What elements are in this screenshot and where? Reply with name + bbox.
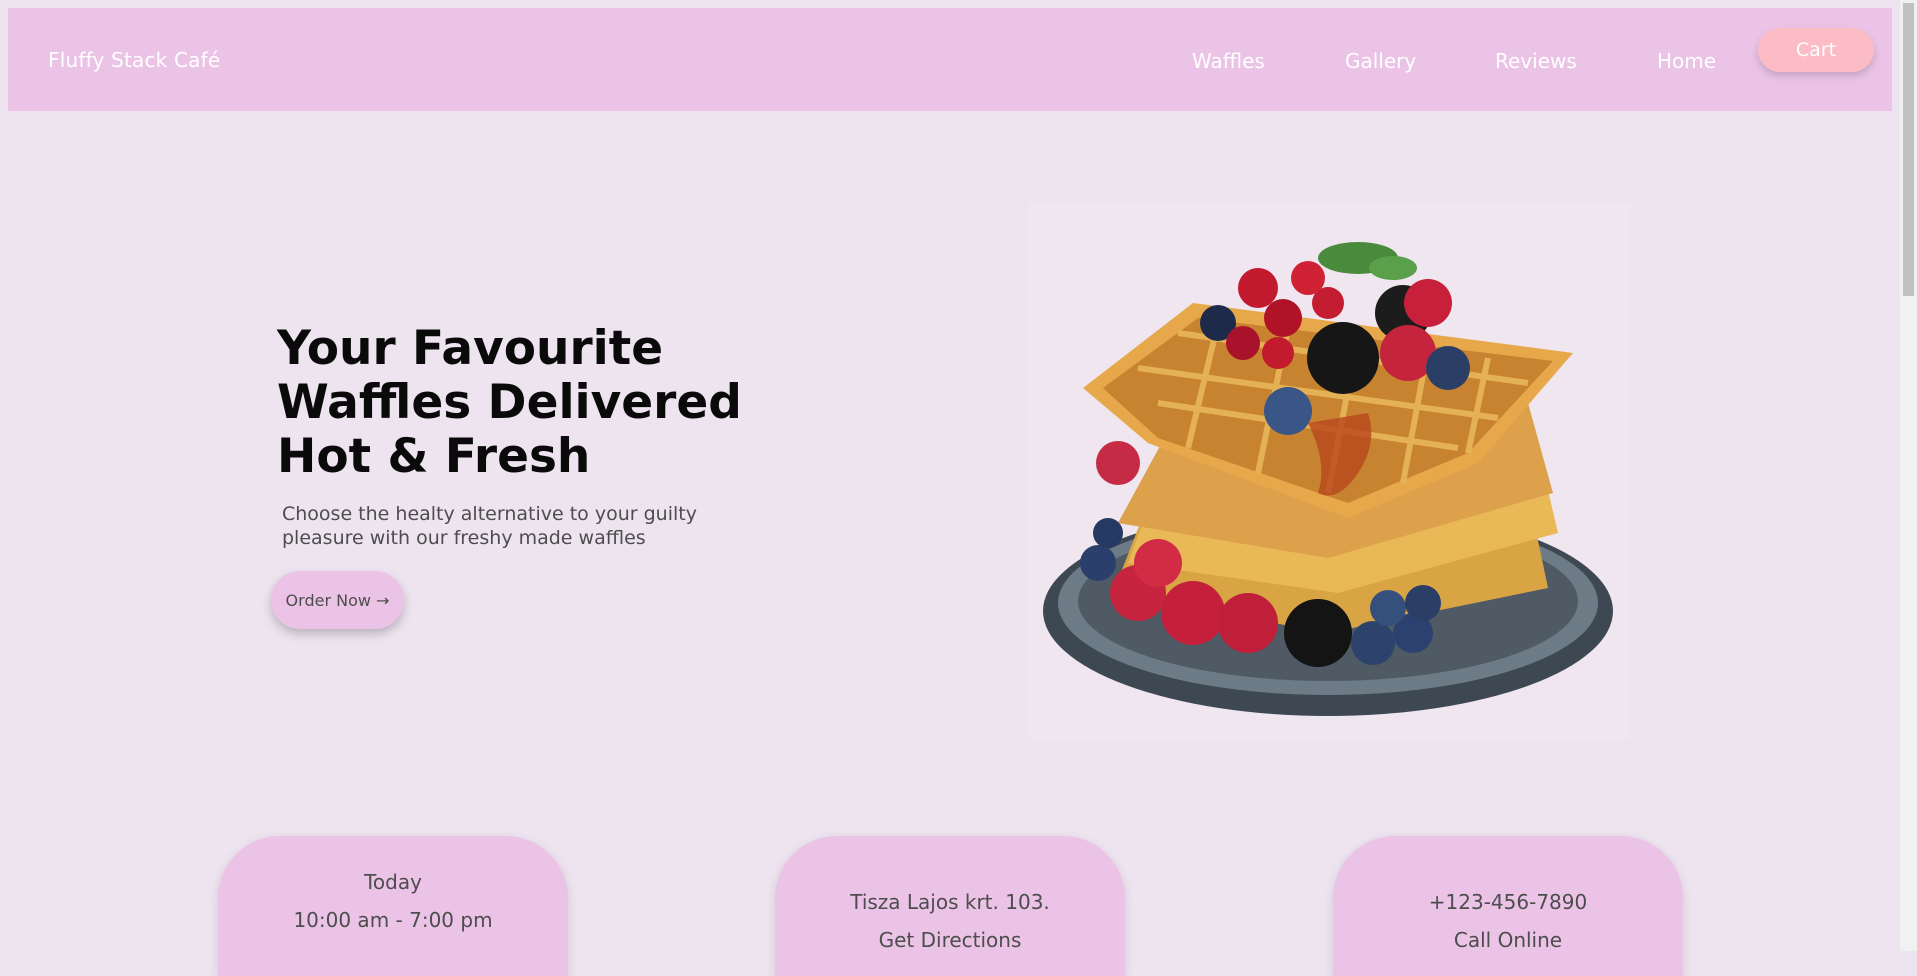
nav-link-gallery[interactable]: Gallery	[1345, 49, 1416, 73]
hours-label: Today	[364, 870, 422, 894]
address-text: Tisza Lajos krt. 103.	[850, 890, 1050, 914]
order-now-button[interactable]: Order Now →	[271, 571, 404, 629]
hero-subtitle-line-1: Choose the healty alternative to your gu…	[282, 503, 697, 525]
nav-link-waffles[interactable]: Waffles	[1192, 49, 1265, 73]
page-scrollbar[interactable]	[1900, 0, 1917, 951]
info-card-phone: +123-456-7890 Call Online	[1333, 836, 1683, 976]
get-directions-link[interactable]: Get Directions	[775, 928, 1125, 952]
navbar: Fluffy Stack Café Waffles Gallery Review…	[8, 8, 1892, 111]
hero-title: Your Favourite Waffles Delivered Hot & F…	[277, 322, 797, 484]
nav-link-reviews[interactable]: Reviews	[1495, 49, 1577, 73]
hours-value: 10:00 am - 7:00 pm	[293, 908, 493, 932]
call-online-link[interactable]: Call Online	[1333, 928, 1683, 952]
info-card-hours: Today 10:00 am - 7:00 pm	[218, 836, 568, 976]
hero-title-line-1: Your Favourite	[277, 321, 664, 376]
hero-title-line-2: Waffles Delivered	[277, 375, 742, 430]
hero-subtitle-line-2: pleasure with our freshy made waffles	[282, 527, 646, 549]
scrollbar-thumb[interactable]	[1903, 3, 1914, 296]
brand-logo-text[interactable]: Fluffy Stack Café	[48, 48, 220, 72]
waffle-illustration	[1043, 242, 1613, 716]
nav-link-home[interactable]: Home	[1657, 49, 1716, 73]
hero-subtitle: Choose the healty alternative to your gu…	[282, 502, 742, 550]
phone-number: +123-456-7890	[1428, 890, 1588, 914]
info-card-address: Tisza Lajos krt. 103. Get Directions	[775, 836, 1125, 976]
cart-button[interactable]: Cart	[1758, 28, 1874, 72]
waffle-stack-image	[1028, 203, 1630, 740]
hero-title-line-3: Hot & Fresh	[277, 429, 591, 484]
